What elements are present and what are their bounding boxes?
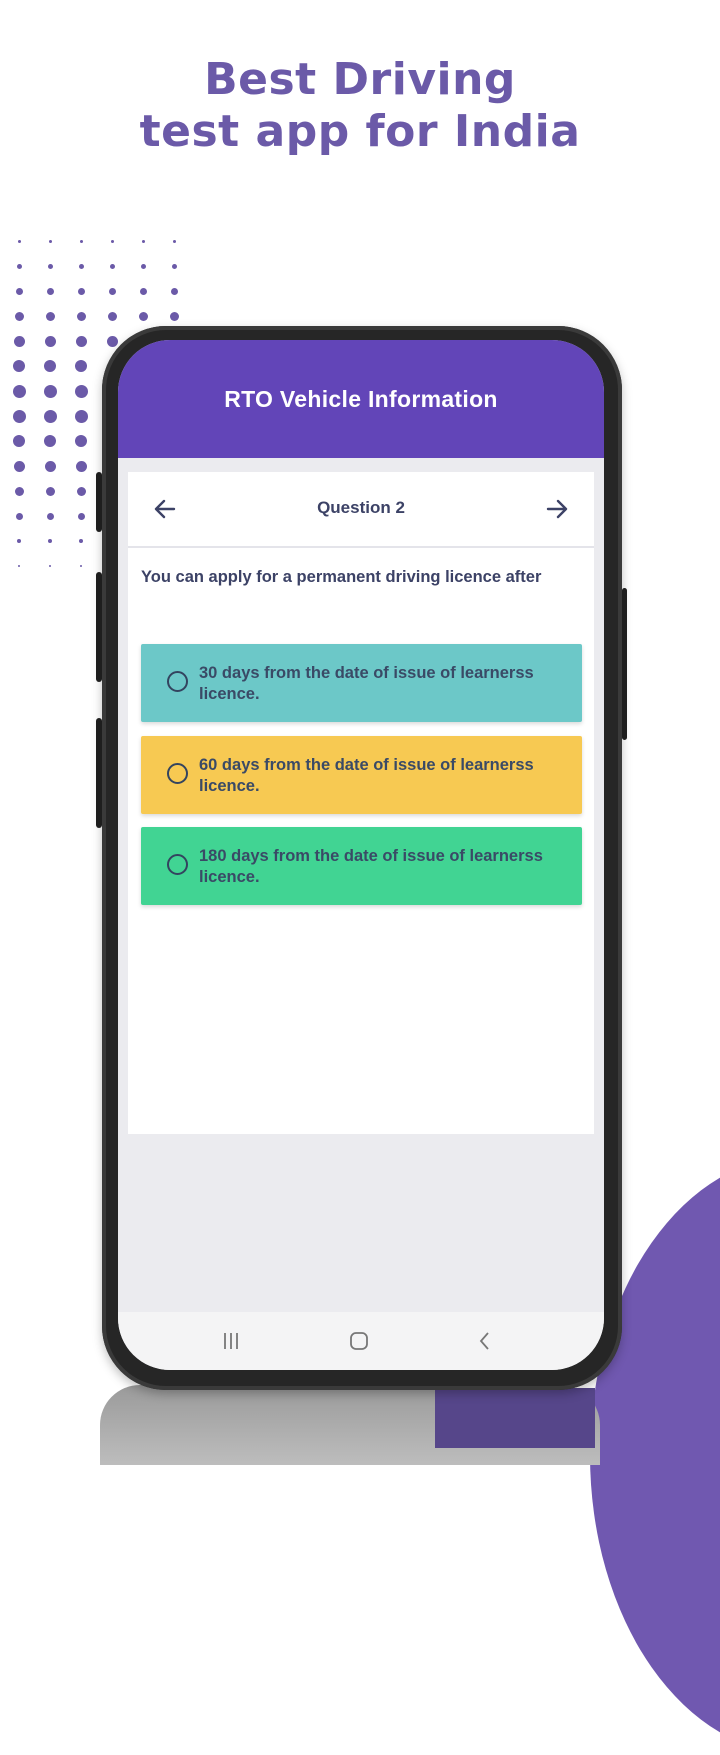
phone-mockup: RTO Vehicle Information Question 2 You c… — [96, 326, 627, 1390]
promo-headline: Best Driving test app for India — [0, 54, 720, 158]
decorative-dot — [16, 263, 22, 269]
radio-unchecked-icon[interactable] — [167, 763, 188, 784]
decorative-dot — [172, 239, 176, 243]
decorative-dot — [110, 239, 114, 243]
decorative-dot — [44, 435, 56, 447]
decorative-dot — [75, 360, 87, 372]
arrow-right-icon[interactable] — [540, 492, 574, 526]
decorative-dot — [13, 435, 25, 447]
decorative-dot — [171, 263, 177, 269]
decorative-dot — [109, 263, 115, 269]
decorative-dot — [169, 311, 179, 321]
decorative-dot — [106, 335, 118, 347]
answer-option-label: 60 days from the date of issue of learne… — [199, 756, 534, 795]
decorative-dot — [43, 384, 57, 398]
question-content: You can apply for a permanent driving li… — [128, 548, 594, 1134]
app-title: RTO Vehicle Information — [224, 386, 498, 412]
app-bar: RTO Vehicle Information — [118, 340, 604, 458]
decorative-dot — [15, 287, 23, 295]
decorative-dot — [43, 409, 57, 423]
decorative-dot — [79, 539, 83, 543]
decorative-dot — [74, 384, 88, 398]
decorative-dot — [76, 486, 86, 496]
answer-option-label: 180 days from the date of issue of learn… — [199, 847, 543, 886]
question-text: You can apply for a permanent driving li… — [141, 568, 542, 586]
phone-volume-button — [96, 718, 102, 828]
decorative-dot — [47, 263, 53, 269]
phone-reflection-purple — [435, 1388, 595, 1448]
decorative-dot — [13, 460, 25, 472]
decorative-dot — [48, 539, 52, 543]
decorative-dot — [13, 335, 25, 347]
decorative-dot — [18, 565, 20, 567]
home-icon[interactable] — [346, 1328, 372, 1354]
decorative-dot — [74, 409, 88, 423]
decorative-dot — [45, 311, 55, 321]
phone-side-button — [96, 472, 102, 532]
decorative-dot — [76, 311, 86, 321]
decorative-dot — [44, 360, 56, 372]
decorative-dot — [14, 486, 24, 496]
decorative-dot — [170, 287, 178, 295]
headline-line-1: Best Driving — [204, 54, 516, 105]
decorative-dot — [78, 263, 84, 269]
decorative-dot — [138, 311, 148, 321]
decorative-dot — [79, 239, 83, 243]
answer-option-1[interactable]: 30 days from the date of issue of learne… — [141, 644, 582, 722]
decorative-dot — [46, 287, 54, 295]
question-number: Question 2 — [317, 498, 405, 517]
decorative-dot — [77, 287, 85, 295]
system-navigation-bar — [118, 1312, 604, 1370]
decorative-dot — [108, 287, 116, 295]
decorative-dot — [13, 360, 25, 372]
decorative-dot — [15, 512, 23, 520]
decorative-dot — [75, 435, 87, 447]
decorative-dot — [17, 239, 21, 243]
decorative-dot — [12, 384, 26, 398]
question-navigation: Question 2 — [128, 472, 594, 548]
decorative-dot — [17, 539, 21, 543]
answer-option-label: 30 days from the date of issue of learne… — [199, 664, 534, 703]
decorative-dot — [141, 239, 145, 243]
decorative-dot — [45, 486, 55, 496]
decorative-dot — [139, 287, 147, 295]
decorative-dot — [14, 311, 24, 321]
decorative-dot — [48, 239, 52, 243]
radio-unchecked-icon[interactable] — [167, 854, 188, 875]
headline-line-2: test app for India — [139, 106, 581, 157]
phone-volume-button — [96, 572, 102, 682]
recents-icon[interactable] — [218, 1328, 244, 1354]
decorative-dot — [12, 409, 26, 423]
decorative-dot — [77, 512, 85, 520]
decorative-dot — [46, 512, 54, 520]
decorative-dot — [75, 460, 87, 472]
phone-power-button — [622, 588, 627, 740]
decorative-dot — [75, 335, 87, 347]
decorative-dot — [49, 565, 51, 567]
decorative-dot — [140, 263, 146, 269]
answer-option-2[interactable]: 60 days from the date of issue of learne… — [141, 736, 582, 814]
phone-screen: RTO Vehicle Information Question 2 You c… — [118, 340, 604, 1370]
answer-option-3[interactable]: 180 days from the date of issue of learn… — [141, 827, 582, 905]
decorative-dot — [107, 311, 117, 321]
radio-unchecked-icon[interactable] — [167, 671, 188, 692]
decorative-dot — [80, 565, 82, 567]
decorative-dot — [44, 335, 56, 347]
back-icon[interactable] — [472, 1328, 498, 1354]
decorative-dot — [44, 460, 56, 472]
